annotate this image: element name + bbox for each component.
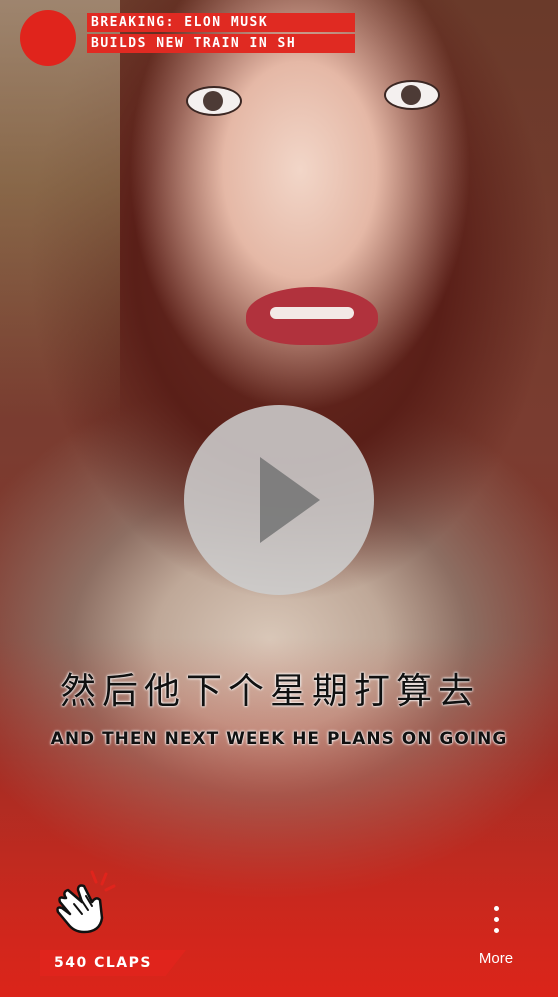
more-label: More [478, 950, 514, 967]
face-lips [246, 287, 378, 345]
play-icon [260, 457, 320, 543]
video-frame[interactable]: BREAKING: ELON MUSK BUILDS NEW TRAIN IN … [0, 0, 558, 997]
vertical-dots-icon [468, 898, 524, 933]
claps-count-badge: 540 CLAPS [40, 950, 186, 976]
play-button[interactable] [184, 405, 374, 595]
face-eye-left [186, 86, 242, 116]
more-button[interactable]: More [468, 898, 524, 978]
record-dot-icon [20, 10, 76, 66]
clapping-hands-icon [56, 870, 116, 934]
news-line-1: BREAKING: ELON MUSK [87, 13, 355, 32]
face-eye-right [384, 80, 440, 110]
caption-chinese: 然后他下个星期打算去 [59, 671, 480, 712]
clap-button[interactable] [52, 868, 124, 938]
news-line-2: BUILDS NEW TRAIN IN SH [87, 34, 355, 53]
caption-english: AND THEN NEXT WEEK HE PLANS ON GOING [50, 729, 508, 749]
breaking-news-ticker: BREAKING: ELON MUSK BUILDS NEW TRAIN IN … [87, 13, 355, 53]
